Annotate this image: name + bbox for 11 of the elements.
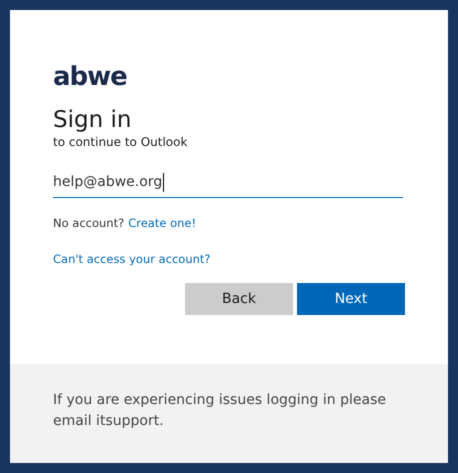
no-account-text: No account? <box>53 215 124 231</box>
email-field[interactable]: help@abwe.org <box>53 168 403 198</box>
text-cursor <box>163 173 164 192</box>
support-message: If you are experiencing issues logging in please email itsupport. <box>53 391 387 431</box>
back-button[interactable]: Back <box>185 283 293 315</box>
next-button[interactable]: Next <box>297 283 405 315</box>
create-account-link[interactable]: Create one! <box>128 215 196 231</box>
cant-access-account-link[interactable]: Can't access your account? <box>53 251 211 267</box>
subtitle: to continue to Outlook <box>53 134 188 150</box>
logo: abwe <box>53 62 127 92</box>
sign-in-heading: Sign in <box>53 106 132 134</box>
